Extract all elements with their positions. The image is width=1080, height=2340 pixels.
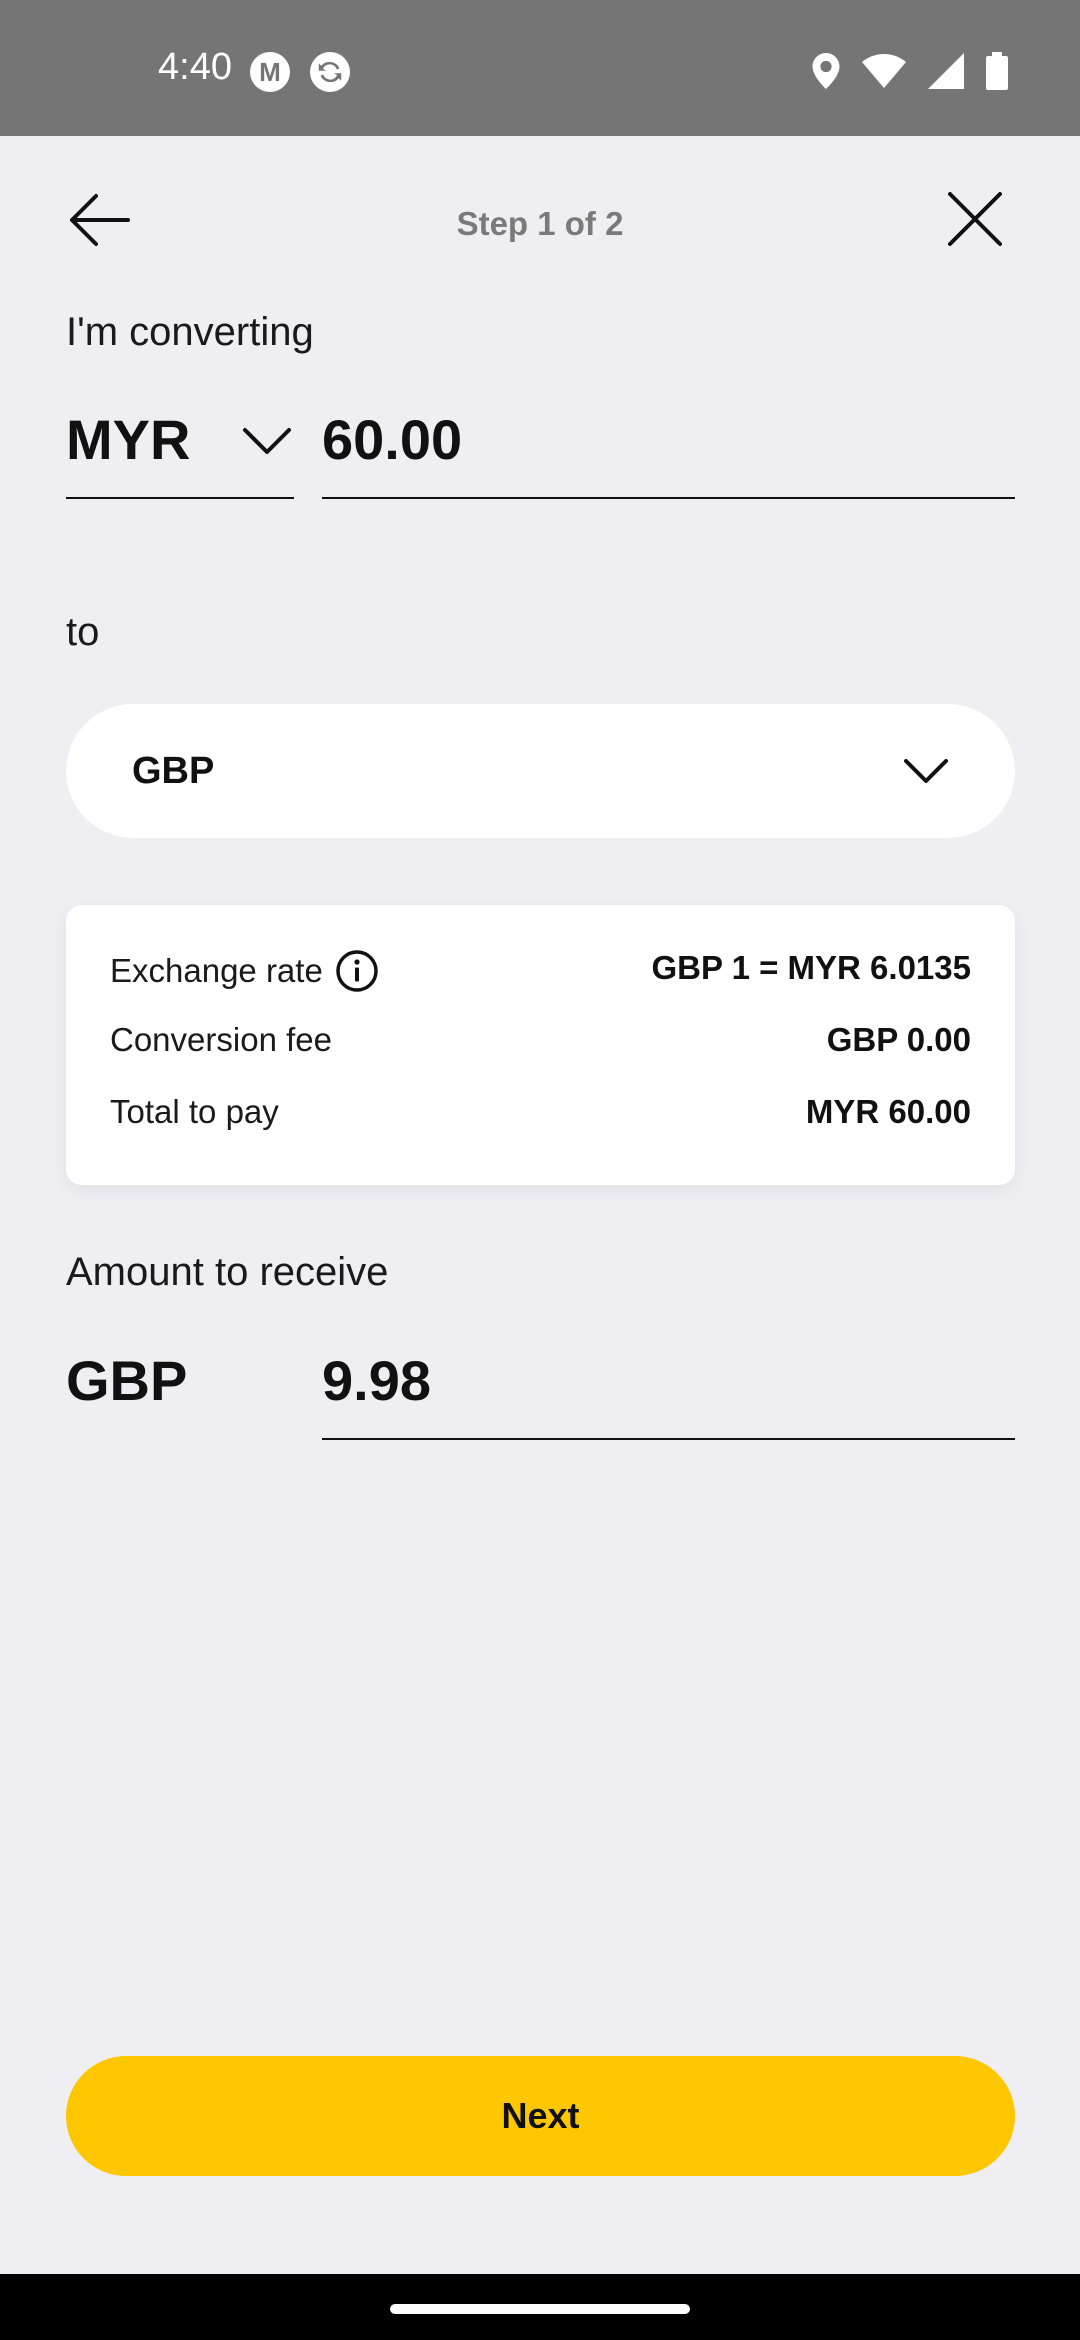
exchange-rate-label: Exchange rate: [110, 952, 323, 989]
chevron-down-icon: [243, 428, 291, 454]
source-amount-input[interactable]: 60.00: [322, 395, 1015, 499]
conversion-fee-label: Conversion fee: [110, 1021, 332, 1058]
source-currency-code: MYR: [66, 408, 191, 471]
converting-label: I'm converting: [66, 310, 314, 354]
receive-currency-code: GBP: [66, 1349, 188, 1412]
location-icon: [812, 53, 840, 89]
status-bar: 4:40 M: [0, 0, 1080, 136]
chevron-down-icon: [904, 759, 948, 783]
target-currency-select[interactable]: GBP: [66, 704, 1015, 838]
exchange-rate-row: Exchange rate GBP 1 = MYR 6.0135: [110, 949, 971, 993]
m-app-icon: M: [250, 52, 290, 92]
info-icon[interactable]: [335, 949, 379, 993]
screen: 4:40 M Step 1 of 2 I'm converting MYR 60…: [0, 0, 1080, 2340]
exchange-summary-card: Exchange rate GBP 1 = MYR 6.0135 Convers…: [66, 905, 1015, 1185]
total-to-pay-row: Total to pay MYR 60.00: [110, 1093, 971, 1137]
conversion-fee-row: Conversion fee GBP 0.00: [110, 1021, 971, 1065]
target-currency-code: GBP: [132, 750, 215, 792]
battery-icon: [986, 52, 1008, 90]
step-indicator: Step 1 of 2: [456, 205, 624, 242]
signal-icon: [928, 53, 964, 89]
home-indicator[interactable]: [390, 2304, 690, 2314]
exchange-rate-value: GBP 1 = MYR 6.0135: [651, 949, 971, 986]
to-label: to: [66, 610, 100, 654]
total-to-pay-value: MYR 60.00: [805, 1093, 971, 1130]
status-icons: [812, 52, 1008, 90]
source-currency-select[interactable]: MYR: [66, 395, 294, 499]
navigation-bar: [0, 2274, 1080, 2340]
receive-amount-input[interactable]: 9.98: [322, 1336, 1015, 1440]
status-time: 4:40: [158, 46, 232, 88]
close-icon[interactable]: [946, 190, 1004, 248]
wifi-icon: [862, 54, 906, 88]
total-to-pay-label: Total to pay: [110, 1093, 279, 1130]
sync-app-icon: [310, 52, 350, 92]
next-button[interactable]: Next: [66, 2056, 1015, 2176]
receive-label: Amount to receive: [66, 1250, 389, 1294]
conversion-fee-value: GBP 0.00: [826, 1021, 971, 1058]
